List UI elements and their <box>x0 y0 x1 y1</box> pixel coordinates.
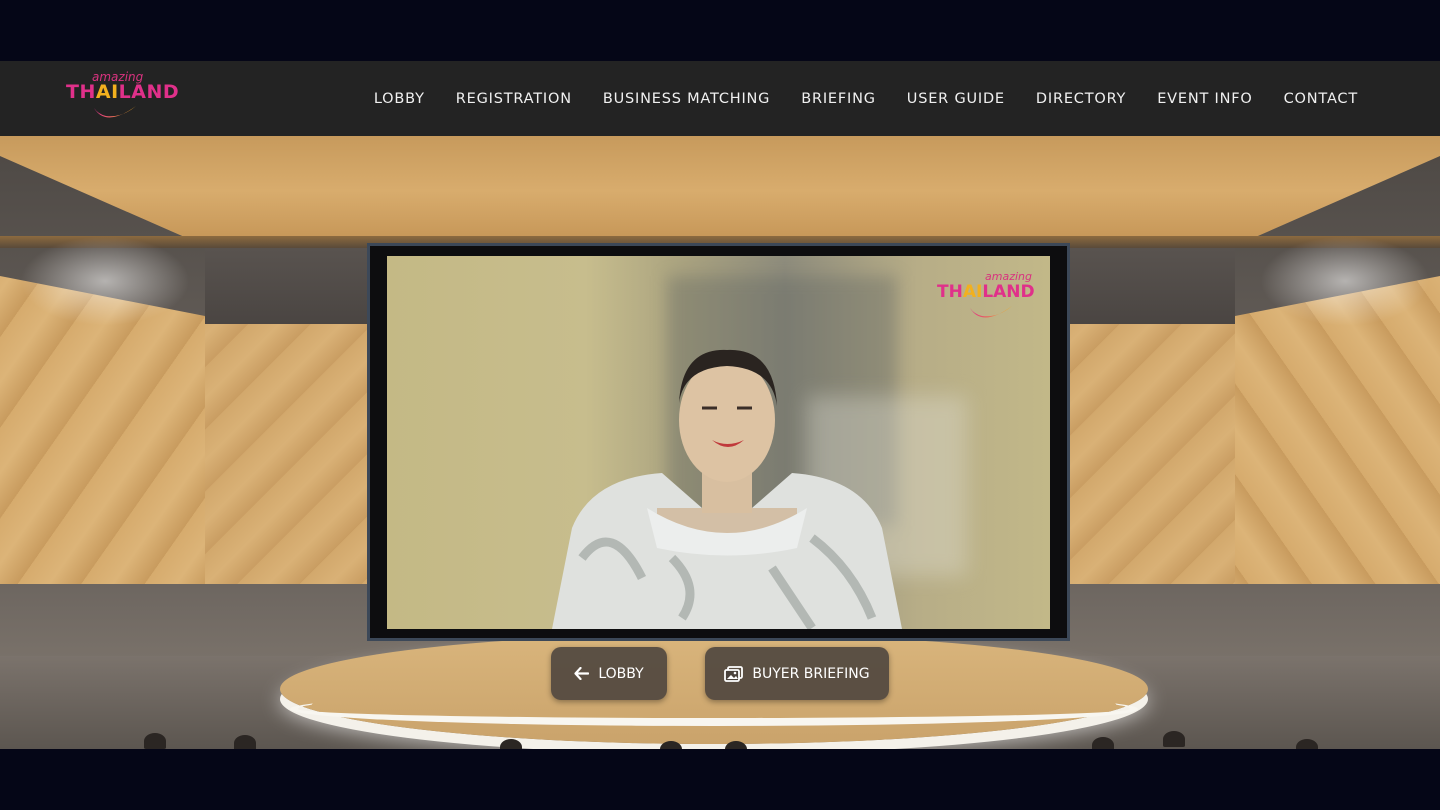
presenter-image <box>552 349 902 629</box>
logo-swoosh-icon <box>94 106 136 118</box>
watermark-swoosh-icon <box>970 306 1012 318</box>
nav-business-matching[interactable]: BUSINESS MATCHING <box>603 91 770 107</box>
briefing-video[interactable]: amazing THAILAND <box>387 256 1050 629</box>
right-lamp-glow <box>1260 236 1430 326</box>
audience-seat <box>234 735 256 749</box>
audience-seat <box>1163 731 1185 747</box>
nav-registration[interactable]: REGISTRATION <box>456 91 572 107</box>
audience-seat <box>144 733 166 749</box>
nav-lobby[interactable]: LOBBY <box>374 91 425 107</box>
arrow-left-icon <box>574 667 590 680</box>
nav-contact[interactable]: CONTACT <box>1284 91 1358 107</box>
main-nav: LOBBY REGISTRATION BUSINESS MATCHING BRI… <box>374 61 1358 136</box>
ceiling <box>0 136 1440 246</box>
buyer-briefing-button[interactable]: BUYER BRIEFING <box>705 647 889 700</box>
logo-wordmark: THAILAND <box>66 81 180 103</box>
nav-briefing[interactable]: BRIEFING <box>801 91 876 107</box>
amazing-thailand-logo[interactable]: amazing THAILAND <box>64 70 179 130</box>
nav-event-info[interactable]: EVENT INFO <box>1157 91 1252 107</box>
watermark-wordmark: THAILAND <box>937 282 1035 302</box>
left-lamp-glow <box>20 236 190 326</box>
audience-seat <box>500 739 522 749</box>
buyer-briefing-label: BUYER BRIEFING <box>752 665 870 682</box>
nav-user-guide[interactable]: USER GUIDE <box>907 91 1005 107</box>
images-icon <box>724 665 744 682</box>
audience-seat <box>1092 737 1114 749</box>
audience-seat <box>1296 739 1318 749</box>
nav-directory[interactable]: DIRECTORY <box>1036 91 1126 107</box>
lobby-button-label: LOBBY <box>598 665 644 682</box>
lobby-button[interactable]: LOBBY <box>551 647 667 700</box>
video-watermark-logo: amazing THAILAND <box>937 270 1047 330</box>
letterbox-top <box>0 0 1440 61</box>
letterbox-bottom <box>0 749 1440 810</box>
